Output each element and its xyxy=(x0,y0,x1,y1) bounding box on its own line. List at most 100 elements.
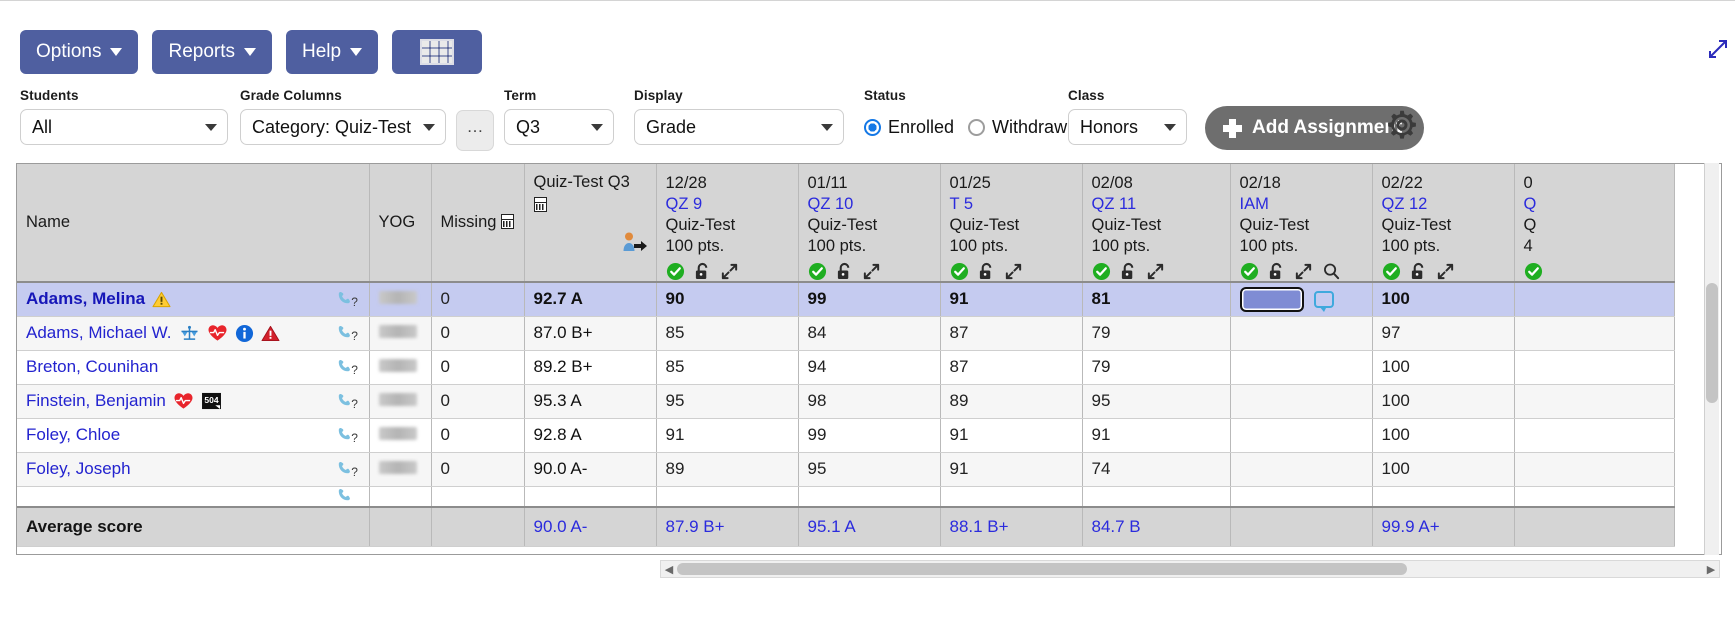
status-radio-enrolled[interactable]: Enrolled xyxy=(864,117,954,138)
horizontal-scrollbar-thumb[interactable] xyxy=(677,563,1407,575)
expand-arrows-icon[interactable] xyxy=(862,262,881,280)
score-cell-t5[interactable]: 87 xyxy=(940,350,1083,385)
header-assignment-qz9[interactable]: 12/28 QZ 9 Quiz-Test 100 pts. xyxy=(656,164,799,283)
table-row-partial[interactable] xyxy=(17,486,1675,507)
score-cell-qz11[interactable] xyxy=(1082,486,1231,507)
scroll-left-arrow-icon[interactable]: ◀ xyxy=(661,561,677,577)
score-cell-qz12[interactable] xyxy=(1372,486,1515,507)
scroll-right-arrow-icon[interactable]: ▶ xyxy=(1703,561,1719,577)
student-missing-cell[interactable]: 0 xyxy=(431,350,525,385)
header-yog[interactable]: YOG xyxy=(369,164,432,283)
student-category-grade-cell[interactable]: 95.3 A xyxy=(524,384,657,419)
student-category-grade-cell[interactable]: 87.0 B+ xyxy=(524,316,657,351)
student-name-cell[interactable]: Foley, Joseph ? xyxy=(17,452,370,487)
table-row[interactable]: Adams, Michael W. ? 0 87.0 B+ 85 84 87 7… xyxy=(17,316,1675,351)
check-circle-icon[interactable] xyxy=(1240,262,1259,280)
score-cell-qz12[interactable]: 100 xyxy=(1372,452,1515,487)
student-category-grade-cell[interactable]: 92.7 A xyxy=(524,282,657,317)
horizontal-scrollbar[interactable]: ◀ ▶ xyxy=(660,560,1720,578)
header-name[interactable]: Name xyxy=(17,164,370,283)
score-cell-next[interactable] xyxy=(1514,452,1675,487)
score-cell-t5[interactable]: 89 xyxy=(940,384,1083,419)
phone-question-icon[interactable]: ? xyxy=(336,426,360,445)
student-name-link[interactable]: Foley, Joseph xyxy=(26,459,131,479)
score-cell-qz11[interactable]: 81 xyxy=(1082,282,1231,317)
expand-arrows-icon[interactable] xyxy=(1294,262,1313,280)
phone-question-icon[interactable]: ? xyxy=(336,460,360,479)
options-button[interactable]: Options xyxy=(20,30,139,74)
score-cell-next[interactable] xyxy=(1514,316,1675,351)
score-cell-qz11[interactable]: 79 xyxy=(1082,350,1231,385)
header-category-total[interactable]: Quiz-Test Q3 xyxy=(524,164,657,283)
check-circle-icon[interactable] xyxy=(666,262,685,280)
health-heart-icon[interactable] xyxy=(207,324,228,342)
score-cell-qz9[interactable]: 85 xyxy=(656,350,799,385)
student-missing-cell[interactable] xyxy=(431,486,525,507)
grade-columns-more-button[interactable]: … xyxy=(456,110,494,151)
score-cell-iam[interactable] xyxy=(1230,418,1373,453)
reports-button[interactable]: Reports xyxy=(152,30,273,74)
assignment-code[interactable]: QZ 11 xyxy=(1092,194,1221,215)
student-missing-cell[interactable]: 0 xyxy=(431,316,525,351)
horizontal-scrollbar-track[interactable] xyxy=(677,561,1703,577)
score-cell-qz9[interactable]: 95 xyxy=(656,384,799,419)
phone-question-icon[interactable]: ? xyxy=(336,392,360,411)
student-name-cell[interactable]: Foley, Chloe ? xyxy=(17,418,370,453)
health-heart-icon[interactable] xyxy=(173,392,194,410)
grade-columns-select[interactable]: Category: Quiz-Test xyxy=(240,109,446,145)
student-category-grade-cell[interactable]: 92.8 A xyxy=(524,418,657,453)
score-cell-next[interactable] xyxy=(1514,418,1675,453)
expand-window-icon[interactable] xyxy=(1707,38,1729,60)
phone-question-icon[interactable] xyxy=(336,487,360,506)
score-cell-qz9[interactable]: 85 xyxy=(656,316,799,351)
table-row[interactable]: Adams, Melina ? 0 92.7 A 90 99 91 81 100 xyxy=(17,282,1675,317)
student-name-link[interactable]: Breton, Counihan xyxy=(26,357,158,377)
score-cell-qz12[interactable]: 97 xyxy=(1372,316,1515,351)
assignment-code[interactable]: QZ 12 xyxy=(1382,194,1505,215)
score-cell-qz10[interactable] xyxy=(798,486,941,507)
score-cell-qz12[interactable]: 100 xyxy=(1372,384,1515,419)
score-cell-qz12[interactable]: 100 xyxy=(1372,418,1515,453)
info-circle-icon[interactable] xyxy=(235,324,254,343)
score-cell-qz12[interactable]: 100 xyxy=(1372,350,1515,385)
score-cell-qz10[interactable]: 99 xyxy=(798,418,941,453)
score-cell-next[interactable] xyxy=(1514,384,1675,419)
student-name-cell[interactable]: Adams, Michael W. ? xyxy=(17,316,370,351)
unlock-icon[interactable] xyxy=(1268,262,1285,280)
section-504-icon[interactable]: 504 xyxy=(201,392,222,410)
help-button[interactable]: Help xyxy=(286,30,379,74)
expand-arrows-icon[interactable] xyxy=(720,262,739,280)
score-cell-qz9[interactable] xyxy=(656,486,799,507)
students-select[interactable]: All xyxy=(20,109,228,145)
warning-triangle-yellow-icon[interactable] xyxy=(152,291,171,308)
unlock-icon[interactable] xyxy=(1120,262,1137,280)
table-row[interactable]: Finstein, Benjamin 504 ? 0 95.3 A 95 98 … xyxy=(17,384,1675,419)
term-select[interactable]: Q3 xyxy=(504,109,614,145)
assignment-code[interactable]: QZ 9 xyxy=(666,194,789,215)
class-select[interactable]: Honors xyxy=(1068,109,1187,145)
search-icon[interactable] xyxy=(1322,262,1341,280)
score-cell-iam-editing[interactable] xyxy=(1230,282,1373,317)
student-name-cell[interactable]: Adams, Melina ? xyxy=(17,282,370,317)
score-cell-next[interactable] xyxy=(1514,282,1675,317)
check-circle-icon[interactable] xyxy=(808,262,827,280)
settings-button[interactable] xyxy=(1385,108,1419,142)
display-select[interactable]: Grade xyxy=(634,109,844,145)
student-missing-cell[interactable]: 0 xyxy=(431,452,525,487)
assignment-code-partial[interactable]: Q xyxy=(1524,194,1665,215)
score-cell-next[interactable] xyxy=(1514,486,1675,507)
unlock-icon[interactable] xyxy=(694,262,711,280)
score-cell-qz10[interactable]: 95 xyxy=(798,452,941,487)
alert-triangle-red-icon[interactable] xyxy=(261,325,280,342)
score-cell-next[interactable] xyxy=(1514,350,1675,385)
student-category-grade-cell[interactable]: 90.0 A- xyxy=(524,452,657,487)
unlock-icon[interactable] xyxy=(1410,262,1427,280)
student-name-link[interactable]: Adams, Michael W. xyxy=(26,323,172,343)
student-name-cell[interactable]: Finstein, Benjamin 504 ? xyxy=(17,384,370,419)
table-row[interactable]: Foley, Joseph ? 0 90.0 A- 89 95 91 74 10… xyxy=(17,452,1675,487)
score-cell-iam[interactable] xyxy=(1230,350,1373,385)
phone-question-icon[interactable]: ? xyxy=(336,358,360,377)
status-radio-withdrawn[interactable]: Withdrawn xyxy=(968,117,1077,138)
unlock-icon[interactable] xyxy=(836,262,853,280)
score-cell-qz9[interactable]: 90 xyxy=(656,282,799,317)
